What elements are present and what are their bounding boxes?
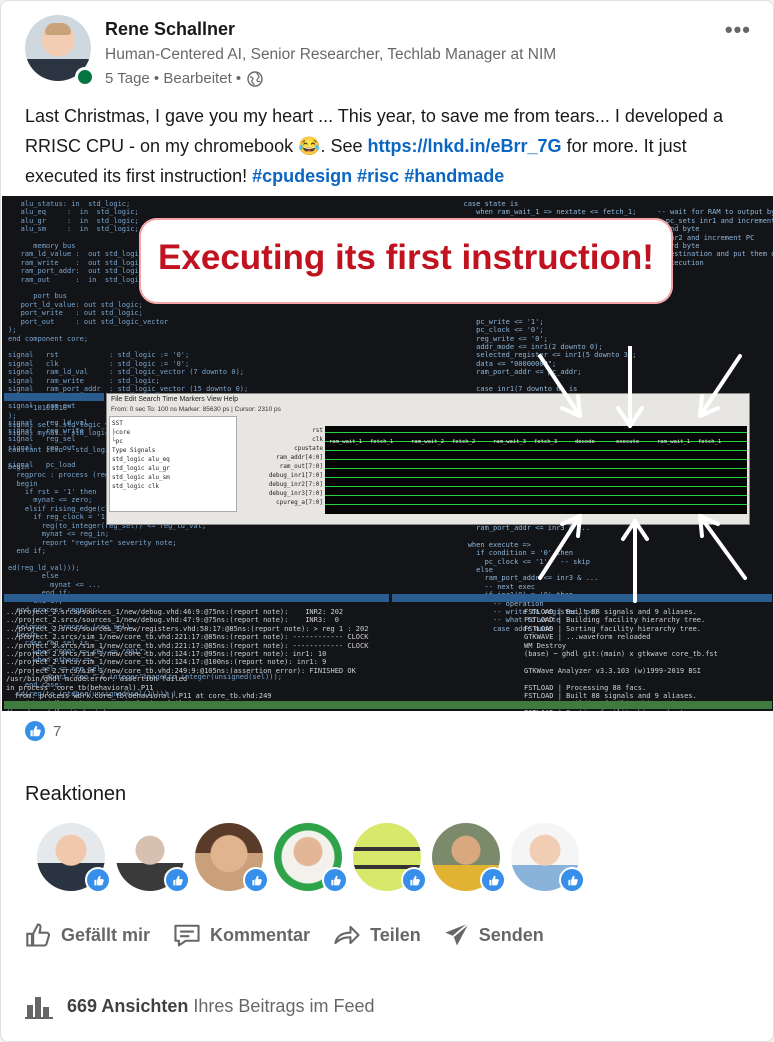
reactor-avatar[interactable] [511,823,585,893]
like-badge-icon [401,867,427,893]
reactions-count[interactable]: 7 [53,723,61,740]
like-badge-icon [322,867,348,893]
hashtag-cpudesign[interactable]: #cpudesign [252,166,352,186]
post-actions: Gefällt mir Kommentar Teilen Senden [25,921,544,949]
gtkwave-signal-name: ram_out[7:0] [279,463,323,470]
reactions-title: Reaktionen [25,783,127,805]
reactor-avatar[interactable] [274,823,348,893]
gtkwave-signal-name: ram_addr[4:0] [276,454,323,461]
views-suffix: Ihres Beitrags im Feed [193,995,375,1016]
reactor-avatar[interactable] [116,823,190,893]
waveform-state-label: ram_wait_2 [411,439,445,445]
online-status-icon [75,67,95,87]
waveform-state-label: fetch_2 [452,439,476,445]
like-badge-icon [480,867,506,893]
share-label: Teilen [370,924,421,945]
gtkwave-signal-name: debug_inr1[7:0] [268,472,323,479]
like-badge-icon [559,867,585,893]
post-text: Last Christmas, I gave you my heart ... … [25,101,751,191]
globe-icon [247,70,263,87]
gtkwave-signal-name: cpustate [294,445,323,452]
waveform-state-label: fetch_1 [370,439,394,445]
gtkwave-sst-panel: SST ├core └pc Type Signals std_logic alu_e… [109,416,237,512]
author-name[interactable]: Rene Schallner [105,19,235,40]
waveform-state-label: ram_wait_1 [329,439,363,445]
like-badge-icon [243,867,269,893]
like-badge-icon [164,867,190,893]
comment-icon [174,924,200,947]
gtkwave-menubar: File Edit Search Time Markers View Help [111,396,239,403]
gtkwave-signal-name: cpureg_a[7:0] [276,499,323,506]
reactor-avatar[interactable] [353,823,427,893]
send-icon [445,922,470,946]
overlay-banner: Executing its first instruction! [139,218,673,304]
gtkwave-signal-name: debug_inr3[7:0] [268,490,323,497]
more-horizontal-icon[interactable]: ••• [725,17,751,43]
gtkwave-signal-name: debug_inr2[7:0] [268,481,323,488]
reactor-avatar[interactable] [432,823,506,893]
hashtag-risc[interactable]: #risc [357,166,399,186]
banner-text: Executing its first instruction! [158,238,654,277]
editor-statusbar [4,393,104,401]
terminal-left: ../project_2.srcs/sources_1/new/debug.vh… [6,608,369,711]
like-reaction-icon [25,721,45,741]
post-link[interactable]: https://lnkd.in/eBrr_7G [368,136,562,156]
reactions-summary[interactable]: 7 [25,721,61,741]
hashtag-handmade[interactable]: #handmade [404,166,504,186]
like-button[interactable]: Gefällt mir [25,921,150,949]
share-button[interactable]: Teilen [332,921,421,949]
post-card: Rene Schallner Human-Centered AI, Senior… [0,0,774,1042]
gtkwave-signal-name: rst [312,427,323,434]
views-row[interactable]: 669 Ansichten Ihres Beitrags im Feed [25,993,374,1019]
reactor-avatar[interactable] [195,823,269,893]
send-button[interactable]: Senden [443,921,544,949]
send-label: Senden [478,924,544,945]
reactor-avatars [37,823,585,893]
gtkwave-signal-list: rst clk cpustate ram_addr[4:0] ram_out[7:0]d… [241,426,323,507]
share-arrow-icon [334,925,360,945]
post-meta: 5 Tage • Bearbeitet • [105,70,263,87]
editor-statusbar-bottom [4,594,389,602]
terminal-right: FSTLOAD | Built 88 signals and 9 aliases… [524,608,718,711]
comment-label: Kommentar [210,924,311,945]
bar-chart-icon [25,997,53,1019]
comment-button[interactable]: Kommentar [172,921,310,949]
like-label: Gefällt mir [61,924,151,945]
thumbs-up-icon [26,923,51,947]
reactor-avatar[interactable] [37,823,111,893]
gtkwave-signal-name: clk [312,436,323,443]
post-image[interactable]: alu_status: in std_logic; alu_eq : in st… [2,196,773,711]
tmux-statusbar [4,701,772,709]
gtkwave-toolbar: From: 0 sec To: 100 ns Marker: 85630 ps … [111,406,281,413]
like-badge-icon [85,867,111,893]
views-count: 669 Ansichten [67,995,189,1016]
post-time: 5 Tage • Bearbeitet • [105,70,242,87]
author-headline: Human-Centered AI, Senior Researcher, Te… [105,46,557,63]
post-header: Rene Schallner Human-Centered AI, Senior… [25,15,757,95]
arrow-annotations [538,346,747,603]
